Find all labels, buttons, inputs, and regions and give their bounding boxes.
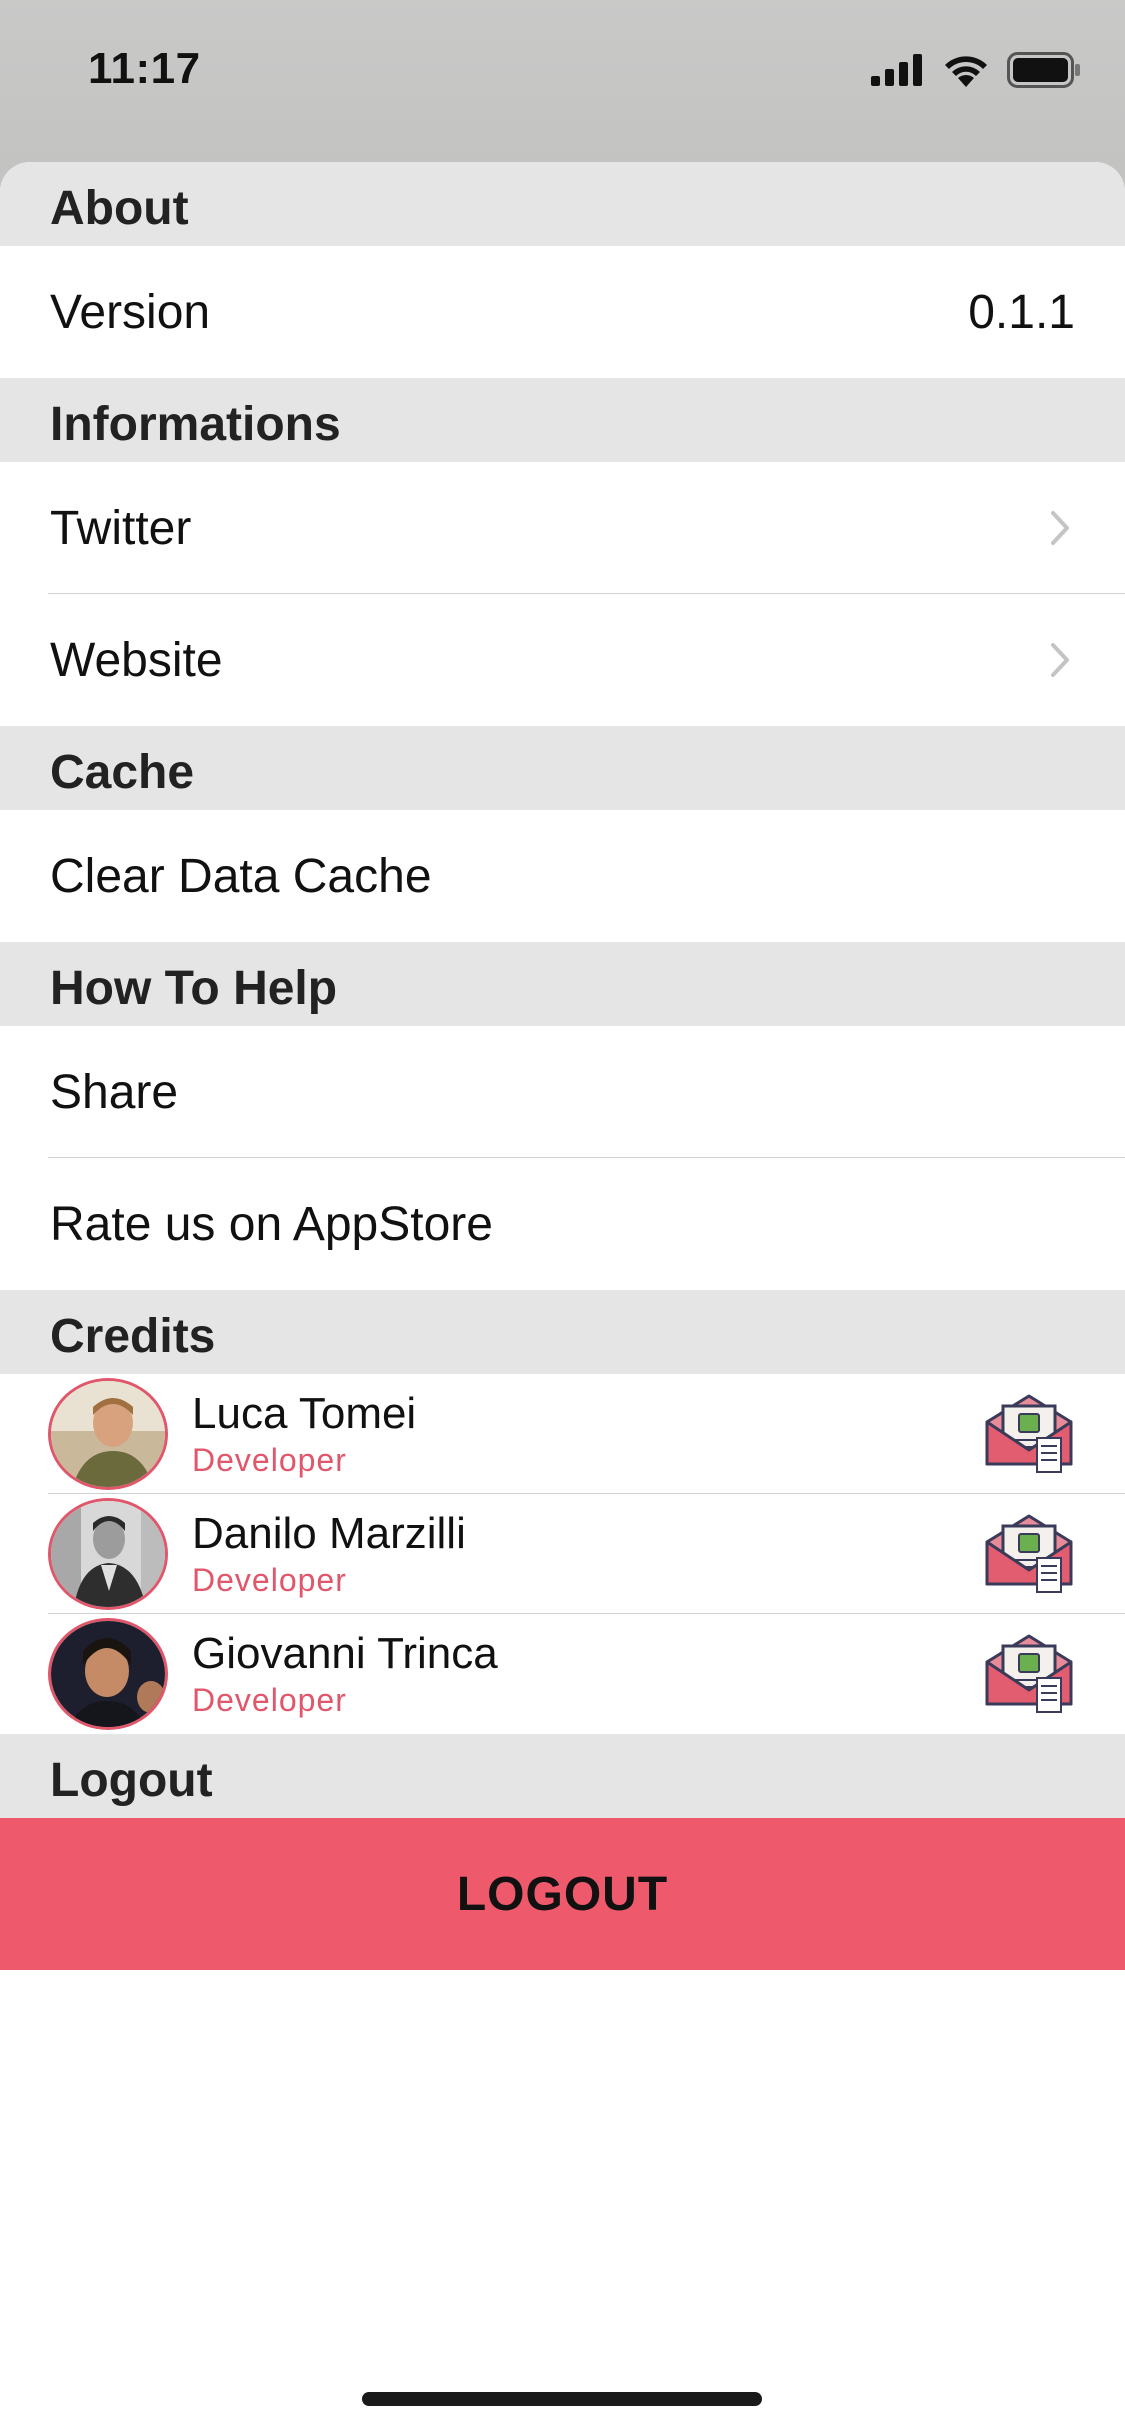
credit-name: Danilo Marzilli [192, 1509, 466, 1558]
mail-icon[interactable] [983, 1512, 1075, 1596]
rate-row[interactable]: Rate us on AppStore [0, 1158, 1125, 1290]
section-header-help: How To Help [0, 942, 1125, 1026]
section-header-credits: Credits [0, 1290, 1125, 1374]
mail-icon[interactable] [983, 1632, 1075, 1716]
credit-name: Luca Tomei [192, 1389, 417, 1438]
status-time: 11:17 [88, 44, 201, 93]
website-label: Website [50, 633, 223, 687]
website-row[interactable]: Website [0, 594, 1125, 726]
credit-text: Giovanni Trinca Developer [192, 1628, 983, 1720]
logout-button[interactable]: LOGOUT [0, 1818, 1125, 1970]
avatar [48, 1378, 168, 1490]
status-bar: 11:17 [0, 0, 1125, 140]
home-indicator[interactable] [362, 2392, 762, 2406]
status-icons [871, 52, 1081, 88]
credit-text: Danilo Marzilli Developer [192, 1508, 983, 1600]
avatar [48, 1498, 168, 1610]
rate-label: Rate us on AppStore [50, 1197, 493, 1251]
wifi-icon [945, 56, 987, 87]
clear-cache-row[interactable]: Clear Data Cache [0, 810, 1125, 942]
credit-role: Developer [192, 1442, 347, 1478]
credit-row[interactable]: Giovanni Trinca Developer [0, 1614, 1125, 1734]
credit-row[interactable]: Danilo Marzilli Developer [0, 1494, 1125, 1614]
chevron-right-icon [1045, 508, 1075, 548]
share-row[interactable]: Share [0, 1026, 1125, 1158]
signal-icon [871, 54, 922, 86]
twitter-row[interactable]: Twitter [0, 462, 1125, 594]
credit-text: Luca Tomei Developer [192, 1388, 983, 1480]
section-header-cache: Cache [0, 726, 1125, 810]
battery-icon [1007, 52, 1080, 88]
section-header-informations: Informations [0, 378, 1125, 462]
settings-sheet: About Version 0.1.1 Informations Twitter… [0, 162, 1125, 2436]
share-label: Share [50, 1065, 179, 1119]
section-header-logout: Logout [0, 1734, 1125, 1818]
twitter-label: Twitter [50, 501, 192, 555]
section-header-about: About [0, 162, 1125, 246]
version-label: Version [50, 285, 211, 339]
version-row: Version 0.1.1 [0, 246, 1125, 378]
avatar [48, 1618, 168, 1730]
credit-role: Developer [192, 1562, 347, 1598]
chevron-right-icon [1045, 640, 1075, 680]
credit-role: Developer [192, 1682, 347, 1718]
clear-cache-label: Clear Data Cache [50, 849, 432, 903]
version-value: 0.1.1 [968, 285, 1075, 339]
credit-name: Giovanni Trinca [192, 1629, 498, 1678]
credit-row[interactable]: Luca Tomei Developer [0, 1374, 1125, 1494]
mail-icon[interactable] [983, 1392, 1075, 1476]
settings-screen: 11:17 About Version 0.1.1 Informations T… [0, 0, 1125, 2436]
